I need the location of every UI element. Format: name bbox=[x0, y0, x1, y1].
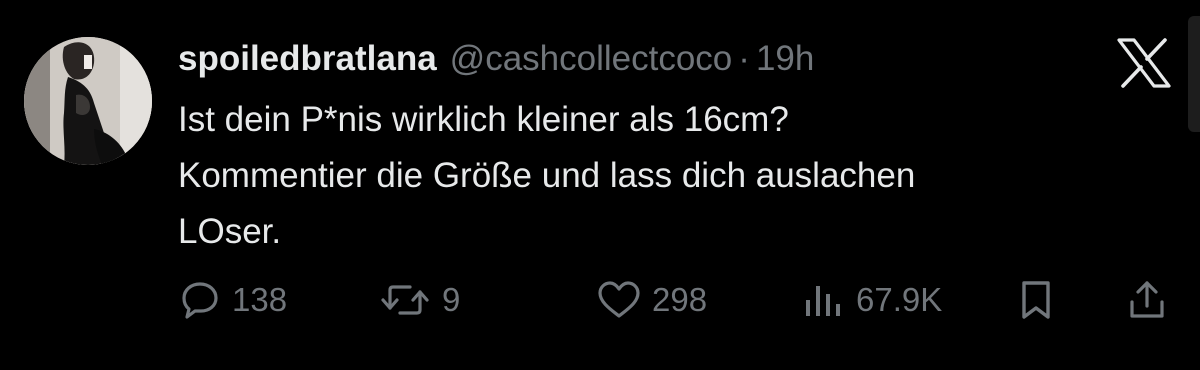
views-count: 67.9K bbox=[856, 281, 943, 318]
tweet-text-line: Ist dein P*nis wirklich kleiner als 16cm… bbox=[178, 100, 789, 139]
share-button[interactable] bbox=[1126, 275, 1168, 325]
avatar[interactable] bbox=[24, 37, 152, 165]
display-name[interactable]: spoiledbratlana bbox=[178, 36, 437, 82]
views-bar-chart-icon bbox=[806, 286, 840, 316]
tweet-text-line: Kommentier die Größe und lass dich ausla… bbox=[178, 156, 916, 195]
bookmark-button[interactable] bbox=[1016, 275, 1056, 325]
share-icon bbox=[1130, 281, 1164, 318]
tweet-header: spoiledbratlana @cashcollectcoco · 19h bbox=[178, 36, 814, 82]
like-button[interactable]: 298 bbox=[596, 275, 707, 325]
bookmark-icon bbox=[1022, 281, 1050, 319]
retweet-count: 9 bbox=[442, 281, 461, 318]
separator-dot: · bbox=[738, 39, 750, 78]
user-handle[interactable]: @cashcollectcoco bbox=[450, 36, 733, 82]
timestamp[interactable]: 19h bbox=[756, 36, 814, 82]
heart-icon bbox=[598, 281, 640, 318]
retweet-icon bbox=[381, 285, 429, 315]
views-button[interactable]: 67.9K bbox=[802, 275, 942, 325]
scrollbar[interactable] bbox=[1188, 16, 1200, 132]
reply-button[interactable]: 138 bbox=[178, 275, 287, 325]
reply-icon bbox=[182, 282, 218, 319]
tweet-text: Ist dein P*nis wirklich kleiner als 16cm… bbox=[178, 92, 1138, 260]
reply-count: 138 bbox=[232, 281, 288, 318]
tweet-text-line: LOser. bbox=[178, 212, 282, 251]
tweet-card[interactable]: spoiledbratlana @cashcollectcoco · 19h I… bbox=[0, 0, 1200, 370]
retweet-button[interactable]: 9 bbox=[380, 275, 460, 325]
like-count: 298 bbox=[652, 281, 708, 318]
action-bar: 138 9 298 67.9K bbox=[0, 275, 1200, 325]
avatar-photo bbox=[24, 37, 152, 165]
x-logo-icon[interactable] bbox=[1116, 38, 1172, 88]
